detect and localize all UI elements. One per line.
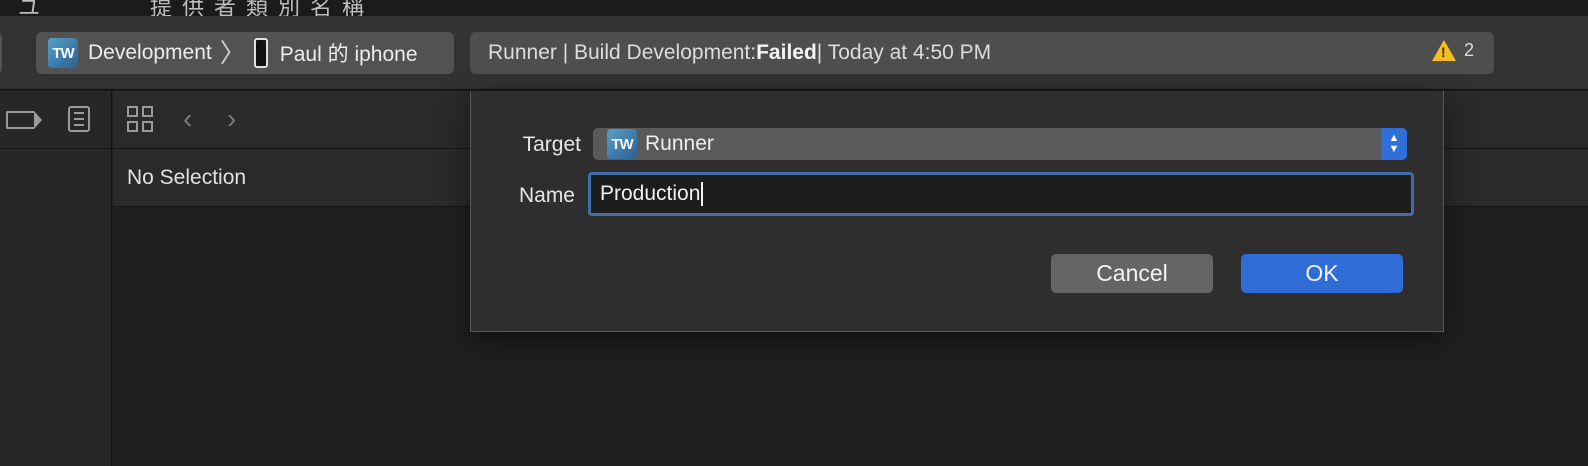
warning-indicator[interactable]: ! 2 <box>1431 40 1474 61</box>
background-window-strip: ユ 提供者類別名稱 <box>0 0 1588 16</box>
target-popup-button[interactable]: TW Runner ▲ ▼ <box>593 128 1407 160</box>
scheme-device-name[interactable]: Paul 的 iphone <box>280 38 418 68</box>
background-text-fragment: ユ <box>18 0 47 16</box>
toolbar-left-control[interactable] <box>0 32 2 74</box>
back-arrow-icon[interactable]: ‹ <box>183 105 192 133</box>
cancel-button[interactable]: Cancel <box>1051 254 1213 293</box>
related-items-icon[interactable] <box>127 106 155 134</box>
background-text-fragment: 提供者類別名稱 <box>150 0 375 16</box>
forward-arrow-icon[interactable]: › <box>227 105 236 133</box>
text-caret <box>701 182 704 206</box>
scheme-selector[interactable]: TW Development 〉 Paul 的 iphone <box>36 32 454 74</box>
tag-icon[interactable] <box>6 111 42 129</box>
ok-button[interactable]: OK <box>1241 254 1403 293</box>
app-icon: TW <box>48 38 78 68</box>
build-status-prefix: Runner | Build Development: <box>488 41 757 64</box>
navigator-sidebar <box>0 91 112 466</box>
warning-icon: ! <box>1431 40 1456 61</box>
target-value: Runner <box>645 132 714 155</box>
app-icon: TW <box>607 129 637 159</box>
navigator-toolbar <box>0 91 111 149</box>
window-toolbar: TW Development 〉 Paul 的 iphone Runner | … <box>0 16 1588 90</box>
iphone-icon <box>253 38 268 68</box>
new-configuration-sheet: Target TW Runner ▲ ▼ Name Production Canc… <box>470 91 1444 332</box>
xcode-window: ユ 提供者類別名稱 TW Development 〉 Paul 的 iphone… <box>0 0 1588 466</box>
activity-status-bar[interactable]: Runner | Build Development: Failed | Tod… <box>470 32 1494 74</box>
build-status-time: | Today at 4:50 PM <box>816 41 992 64</box>
name-field[interactable]: Production <box>588 172 1414 216</box>
build-status-result: Failed <box>756 41 817 64</box>
list-icon[interactable] <box>68 106 90 132</box>
target-label: Target <box>522 133 581 156</box>
name-label: Name <box>518 184 575 207</box>
name-field-value: Production <box>600 182 701 205</box>
updown-chevron-icon: ▲ ▼ <box>1381 128 1407 160</box>
chevron-right-icon: 〉 <box>219 38 246 68</box>
warning-count: 2 <box>1463 40 1474 60</box>
jump-bar-label: No Selection <box>127 165 247 189</box>
scheme-target-name[interactable]: Development <box>88 41 212 65</box>
